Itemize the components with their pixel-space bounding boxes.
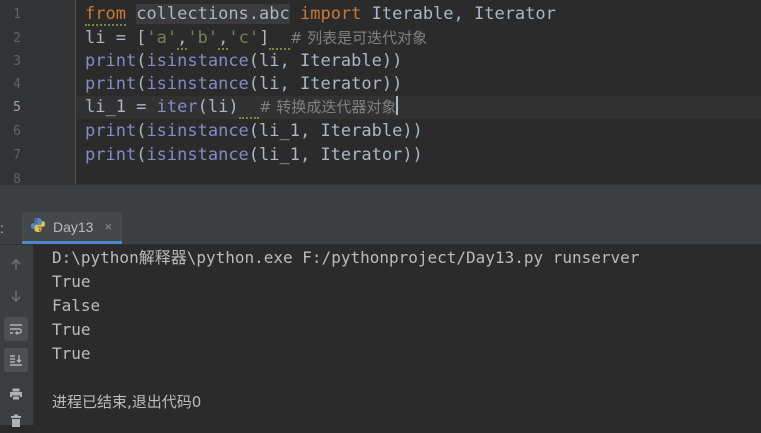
paren: ( (136, 145, 147, 165)
builtin-isinstance: isinstance (146, 145, 249, 165)
code-line-4[interactable]: print(isinstance(li, Iterator)) (77, 73, 761, 96)
line-number: 8 (13, 172, 21, 184)
tab-label: Day13 (53, 218, 94, 235)
call-args: (li_1, Iterable)) (248, 121, 423, 141)
call-args: (li, Iterator)) (248, 74, 403, 94)
call-args: (li_1, Iterator)) (248, 145, 423, 165)
builtin-isinstance: isinstance (146, 51, 249, 71)
code-line-2[interactable]: li = ['a','b','c'] # 列表是可迭代对象 (77, 27, 761, 50)
text-caret (396, 96, 399, 115)
assign-li: li = [ (85, 28, 147, 48)
builtin-isinstance: isinstance (146, 121, 249, 141)
run-tool-window-header: : Day13 × (0, 212, 761, 245)
keyword-import: import (299, 4, 362, 24)
module-name: collections.abc (136, 4, 290, 24)
keyword-from: from (85, 4, 126, 26)
code-editor[interactable]: 1 2 3 4 5 6 7 8 from collections.abc imp… (0, 0, 761, 184)
comment: # 转换成迭代器对象 (259, 98, 397, 116)
console-line: True (52, 320, 91, 339)
string-b: 'b' (187, 28, 219, 48)
console-line: False (52, 296, 101, 315)
scroll-to-end-icon[interactable] (4, 348, 28, 372)
code-line-7[interactable]: print(isinstance(li_1, Iterator)) (77, 144, 761, 167)
code-area[interactable]: from collections.abc import Iterable, It… (77, 0, 761, 184)
assign-li-1: li_1 = (85, 97, 157, 117)
console-line: True (52, 272, 91, 291)
panel-splitter[interactable] (0, 184, 761, 213)
bracket-close: ] (259, 28, 270, 48)
builtin-print: print (85, 121, 137, 141)
line-number: 4 (13, 77, 21, 92)
builtin-print: print (85, 74, 137, 94)
builtin-isinstance: isinstance (146, 74, 249, 94)
line-number: 2 (13, 31, 21, 46)
print-icon[interactable] (4, 382, 28, 406)
python-file-icon (30, 217, 46, 236)
paren: ( (136, 121, 147, 141)
code-line-5-current[interactable]: li_1 = iter(li) # 转换成迭代器对象 (77, 96, 761, 119)
code-line-6[interactable]: print(isinstance(li_1, Iterable)) (77, 120, 761, 143)
code-line-1[interactable]: from collections.abc import Iterable, It… (77, 3, 761, 26)
soft-wrap-icon[interactable] (4, 317, 28, 341)
line-number-gutter: 1 2 3 4 5 6 7 8 (0, 0, 76, 184)
paren: ( (136, 51, 147, 71)
builtin-iter: iter (156, 97, 198, 117)
line-number: 6 (13, 124, 21, 139)
code-line-3[interactable]: print(isinstance(li, Iterable)) (77, 50, 761, 73)
trash-icon[interactable] (4, 409, 28, 433)
comment: # 列表是可迭代对象 (289, 29, 428, 47)
up-arrow-icon[interactable] (4, 253, 28, 277)
console-output[interactable]: D:\python解释器\python.exe F:/pythonproject… (34, 245, 761, 425)
console-line-command: D:\python解释器\python.exe F:/pythonproject… (52, 248, 640, 267)
paren: ( (136, 74, 147, 94)
line-number-active: 5 (13, 100, 21, 115)
comma: , (177, 28, 188, 50)
console-exit-message: 进程已结束,退出代码0 (52, 393, 202, 411)
line-number: 7 (13, 148, 21, 163)
builtin-print: print (85, 51, 137, 71)
console-line: True (52, 344, 91, 363)
string-c: 'c' (228, 28, 260, 48)
line-number: 1 (13, 7, 21, 22)
line-number: 3 (13, 54, 21, 69)
close-icon[interactable]: × (104, 219, 112, 234)
run-label-colon: : (0, 220, 4, 236)
call-args: (li, Iterable)) (248, 51, 403, 71)
string-a: 'a' (146, 28, 178, 48)
down-arrow-icon[interactable] (4, 284, 28, 308)
builtin-print: print (85, 145, 137, 165)
call-args: (li) (197, 97, 239, 117)
comma: , (218, 28, 229, 50)
tab-day13[interactable]: Day13 × (22, 212, 123, 244)
imported-names: Iterable, Iterator (361, 4, 556, 24)
run-toolbar (0, 245, 34, 427)
